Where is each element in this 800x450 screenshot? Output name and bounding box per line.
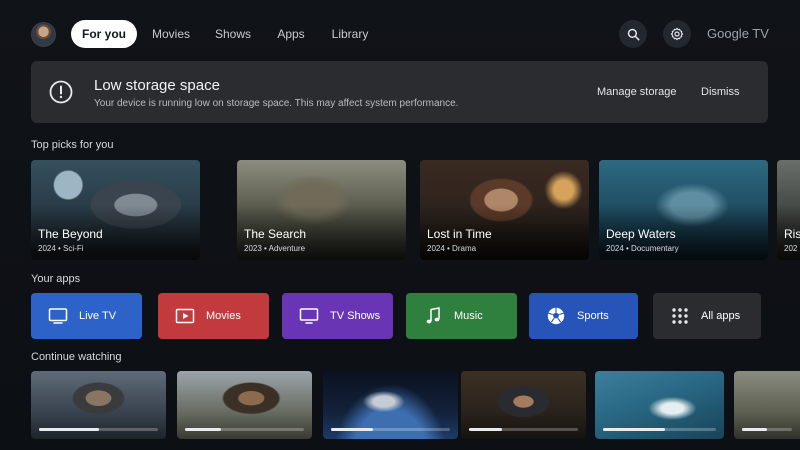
- progress-fill: [742, 428, 767, 431]
- pick-card-the-search[interactable]: The Search 2023 • Adventure: [237, 160, 406, 260]
- app-music[interactable]: Music: [406, 293, 517, 339]
- app-sports[interactable]: Sports: [529, 293, 638, 339]
- continue-card[interactable]: [177, 371, 312, 439]
- progress-bar: [185, 428, 304, 431]
- monitor-icon: [299, 308, 319, 324]
- low-storage-banner: Low storage space Your device is running…: [31, 61, 768, 123]
- continue-card[interactable]: [595, 371, 724, 439]
- gear-icon: [670, 27, 684, 41]
- progress-bar: [331, 428, 450, 431]
- pick-year: 2023: [244, 244, 262, 253]
- continue-card[interactable]: [31, 371, 166, 439]
- search-button[interactable]: [619, 20, 647, 48]
- pick-year: 2024: [427, 244, 445, 253]
- pick-genre: Documentary: [631, 244, 679, 253]
- progress-fill: [603, 428, 666, 431]
- continue-watching-heading: Continue watching: [31, 351, 122, 363]
- pick-genre: Drama: [452, 244, 477, 253]
- top-picks-heading: Top picks for you: [31, 139, 114, 151]
- alert-circle-icon: [49, 80, 73, 104]
- pick-meta: 202: [784, 244, 798, 253]
- tab-apps[interactable]: Apps: [268, 20, 314, 48]
- progress-bar: [742, 428, 792, 431]
- progress-bar: [603, 428, 716, 431]
- pick-title: Risi: [784, 227, 800, 241]
- pick-title: Deep Waters: [606, 227, 676, 241]
- manage-storage-button[interactable]: Manage storage: [597, 86, 677, 98]
- pick-year: 2024: [38, 244, 56, 253]
- continue-card[interactable]: [461, 371, 586, 439]
- brand-logo: Google TV: [707, 26, 769, 41]
- pick-title: The Beyond: [38, 227, 103, 241]
- pick-genre: Adventure: [268, 244, 306, 253]
- search-icon: [627, 28, 639, 40]
- tab-movies[interactable]: Movies: [145, 20, 197, 48]
- app-label: Live TV: [79, 310, 117, 322]
- settings-button[interactable]: [663, 20, 691, 48]
- google-tv-home: For you Movies Shows Apps Library Google…: [0, 0, 800, 450]
- continue-card[interactable]: [323, 371, 458, 439]
- app-tv-shows[interactable]: TV Shows: [282, 293, 393, 339]
- pick-card-the-beyond[interactable]: The Beyond 2024 • Sci-Fi: [31, 160, 200, 260]
- play-icon: [175, 308, 195, 324]
- banner-title: Low storage space: [94, 77, 220, 94]
- app-label: All apps: [701, 310, 741, 322]
- pick-meta: 2024 • Sci-Fi: [38, 244, 84, 253]
- grid-icon: [672, 308, 688, 324]
- music-note-icon: [426, 307, 440, 324]
- app-label: Movies: [206, 310, 241, 322]
- progress-fill: [185, 428, 221, 431]
- dismiss-button[interactable]: Dismiss: [701, 86, 740, 98]
- tv-icon: [48, 308, 68, 324]
- pick-card-lost-in-time[interactable]: Lost in Time 2024 • Drama: [420, 160, 589, 260]
- pick-meta: 2023 • Adventure: [244, 244, 306, 253]
- app-movies[interactable]: Movies: [158, 293, 269, 339]
- pick-genre: Sci-Fi: [63, 244, 84, 253]
- app-label: Music: [454, 310, 483, 322]
- pick-title: The Search: [244, 227, 307, 241]
- your-apps-heading: Your apps: [31, 273, 81, 285]
- continue-card[interactable]: [734, 371, 800, 439]
- tab-library[interactable]: Library: [325, 20, 375, 48]
- pick-card-partial[interactable]: Risi 202: [777, 160, 800, 260]
- progress-fill: [39, 428, 99, 431]
- soccer-ball-icon: [547, 307, 565, 325]
- profile-avatar[interactable]: [31, 22, 56, 47]
- progress-fill: [331, 428, 373, 431]
- app-all-apps[interactable]: All apps: [653, 293, 761, 339]
- pick-year: 2024: [606, 244, 624, 253]
- tab-shows[interactable]: Shows: [207, 20, 259, 48]
- app-label: TV Shows: [330, 310, 381, 322]
- pick-meta: 2024 • Documentary: [606, 244, 679, 253]
- tab-for-you[interactable]: For you: [71, 20, 137, 48]
- pick-meta: 2024 • Drama: [427, 244, 477, 253]
- progress-bar: [469, 428, 578, 431]
- banner-message: Your device is running low on storage sp…: [94, 98, 459, 109]
- progress-bar: [39, 428, 158, 431]
- app-live-tv[interactable]: Live TV: [31, 293, 142, 339]
- app-label: Sports: [577, 310, 609, 322]
- pick-title: Lost in Time: [427, 227, 492, 241]
- pick-card-deep-waters[interactable]: Deep Waters 2024 • Documentary: [599, 160, 768, 260]
- progress-fill: [469, 428, 502, 431]
